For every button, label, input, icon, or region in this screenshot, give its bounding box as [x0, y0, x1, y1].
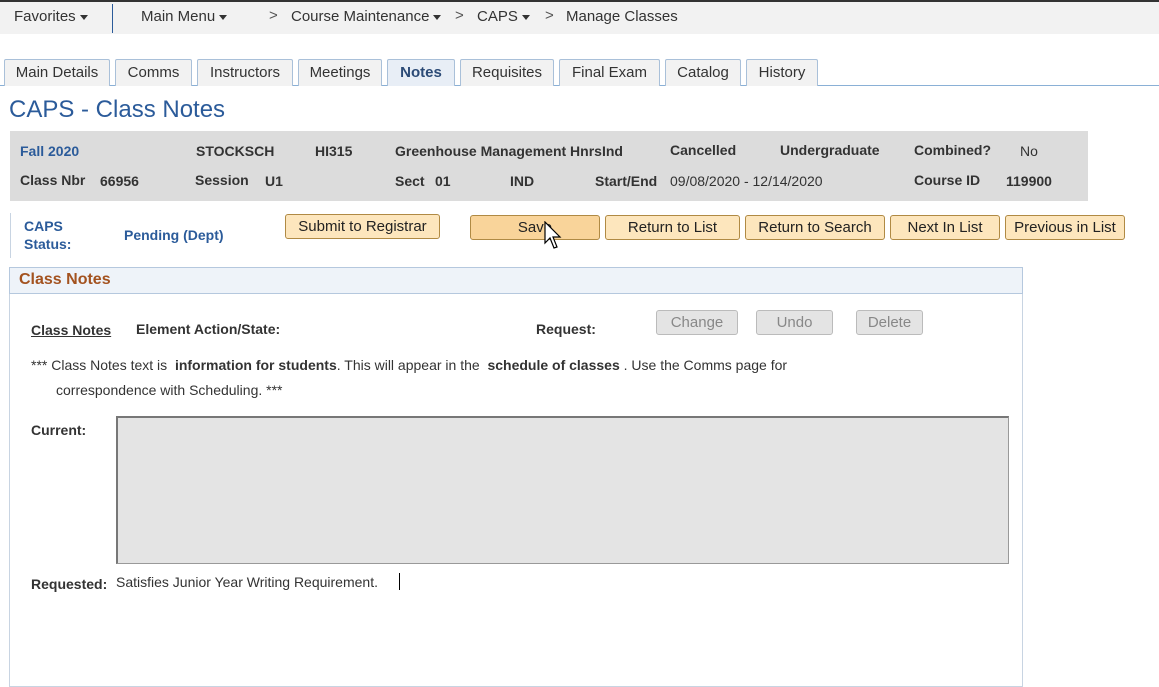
- undo-button[interactable]: Undo: [756, 310, 833, 335]
- caps-status-label-line2: Status:: [24, 236, 72, 252]
- tab-main-details[interactable]: Main Details: [4, 59, 110, 86]
- mouse-pointer-icon: [544, 221, 562, 249]
- info-bold-text: information for students: [174, 357, 337, 373]
- breadcrumb-chevron-icon: >: [269, 7, 278, 24]
- tab-comms[interactable]: Comms: [115, 59, 192, 86]
- caps-status-value: Pending (Dept): [124, 227, 224, 243]
- component-value: IND: [510, 173, 535, 189]
- next-in-list-button[interactable]: Next In List: [890, 215, 1000, 240]
- combined-value: No: [1020, 143, 1038, 159]
- course-id-label: Course ID: [914, 172, 981, 188]
- page-title: CAPS - Class Notes: [9, 96, 226, 123]
- info-text: *** Class Notes text is: [31, 357, 168, 373]
- status-divider: [10, 213, 11, 258]
- chevron-down-icon: [433, 14, 442, 20]
- session-label: Session: [195, 172, 249, 188]
- requested-notes-input[interactable]: [116, 572, 1009, 592]
- previous-in-list-button[interactable]: Previous in List: [1005, 215, 1125, 240]
- favorites-label: Favorites: [14, 8, 76, 25]
- favorites-menu[interactable]: Favorites: [14, 8, 88, 25]
- chevron-down-icon: [79, 14, 88, 20]
- tab-final-exam[interactable]: Final Exam: [559, 59, 660, 86]
- element-action-label: Element Action/State:: [136, 321, 281, 337]
- breadcrumb-course-maintenance[interactable]: Course Maintenance: [291, 8, 442, 25]
- breadcrumb-chevron-icon: >: [545, 7, 554, 24]
- class-nbr-value: 66956: [100, 173, 139, 189]
- main-menu-label: Main Menu: [141, 8, 216, 25]
- breadcrumb-label: Course Maintenance: [291, 8, 430, 25]
- class-notes-panel-header: [9, 267, 1023, 294]
- career-value: Undergraduate: [780, 142, 880, 158]
- text-cursor: [399, 573, 400, 590]
- current-label: Current:: [31, 422, 87, 438]
- breadcrumb-chevron-icon: >: [455, 7, 464, 24]
- tab-instructors[interactable]: Instructors: [197, 59, 293, 86]
- notes-info-line2: correspondence with Scheduling. ***: [56, 382, 283, 398]
- info-text: . This will appear in the: [336, 357, 480, 373]
- tab-meetings[interactable]: Meetings: [298, 59, 382, 86]
- main-menu[interactable]: Main Menu: [141, 8, 228, 25]
- requested-label: Requested:: [31, 576, 108, 592]
- return-to-list-button[interactable]: Return to List: [605, 215, 740, 240]
- session-value: U1: [265, 173, 283, 189]
- save-button[interactable]: Save: [470, 215, 600, 240]
- breadcrumb-label: CAPS: [477, 8, 518, 25]
- tab-requisites[interactable]: Requisites: [460, 59, 554, 86]
- breadcrumb-manage-classes[interactable]: Manage Classes: [566, 8, 678, 25]
- info-bold-text: schedule of classes: [487, 357, 620, 373]
- delete-button[interactable]: Delete: [856, 310, 923, 335]
- sect-label: Sect: [395, 173, 425, 189]
- start-end-label: Start/End: [595, 173, 658, 189]
- chevron-down-icon: [219, 14, 228, 20]
- info-text: . Use the Comms page for: [623, 357, 788, 373]
- combined-label: Combined?: [914, 142, 991, 158]
- status-value: Cancelled: [670, 142, 737, 158]
- return-to-search-button[interactable]: Return to Search: [745, 215, 885, 240]
- tab-catalog[interactable]: Catalog: [665, 59, 741, 86]
- change-button[interactable]: Change: [656, 310, 738, 335]
- nav-divider: [112, 4, 113, 33]
- class-notes-label: Class Notes: [31, 322, 112, 338]
- current-notes-box: [116, 416, 1009, 564]
- subject-value: STOCKSCH: [196, 143, 275, 159]
- class-notes-panel-title: Class Notes: [19, 271, 111, 288]
- tab-history[interactable]: History: [746, 59, 818, 86]
- course-id-value: 119900: [1006, 173, 1052, 189]
- chevron-down-icon: [521, 14, 530, 20]
- course-title-value: Greenhouse Management HnrsInd: [395, 143, 623, 159]
- caps-status-label-line1: CAPS: [24, 218, 63, 234]
- sect-value: 01: [435, 173, 451, 189]
- tab-notes[interactable]: Notes: [387, 59, 455, 86]
- term-value: Fall 2020: [20, 143, 80, 159]
- request-label: Request:: [536, 321, 596, 337]
- breadcrumb-caps[interactable]: CAPS: [477, 8, 530, 25]
- notes-info-line1: *** Class Notes text is information for …: [31, 357, 787, 373]
- start-end-value: 09/08/2020 - 12/14/2020: [670, 173, 823, 189]
- submit-to-registrar-button[interactable]: Submit to Registrar: [285, 214, 440, 239]
- class-nbr-label: Class Nbr: [20, 172, 86, 188]
- catalog-value: HI315: [315, 143, 353, 159]
